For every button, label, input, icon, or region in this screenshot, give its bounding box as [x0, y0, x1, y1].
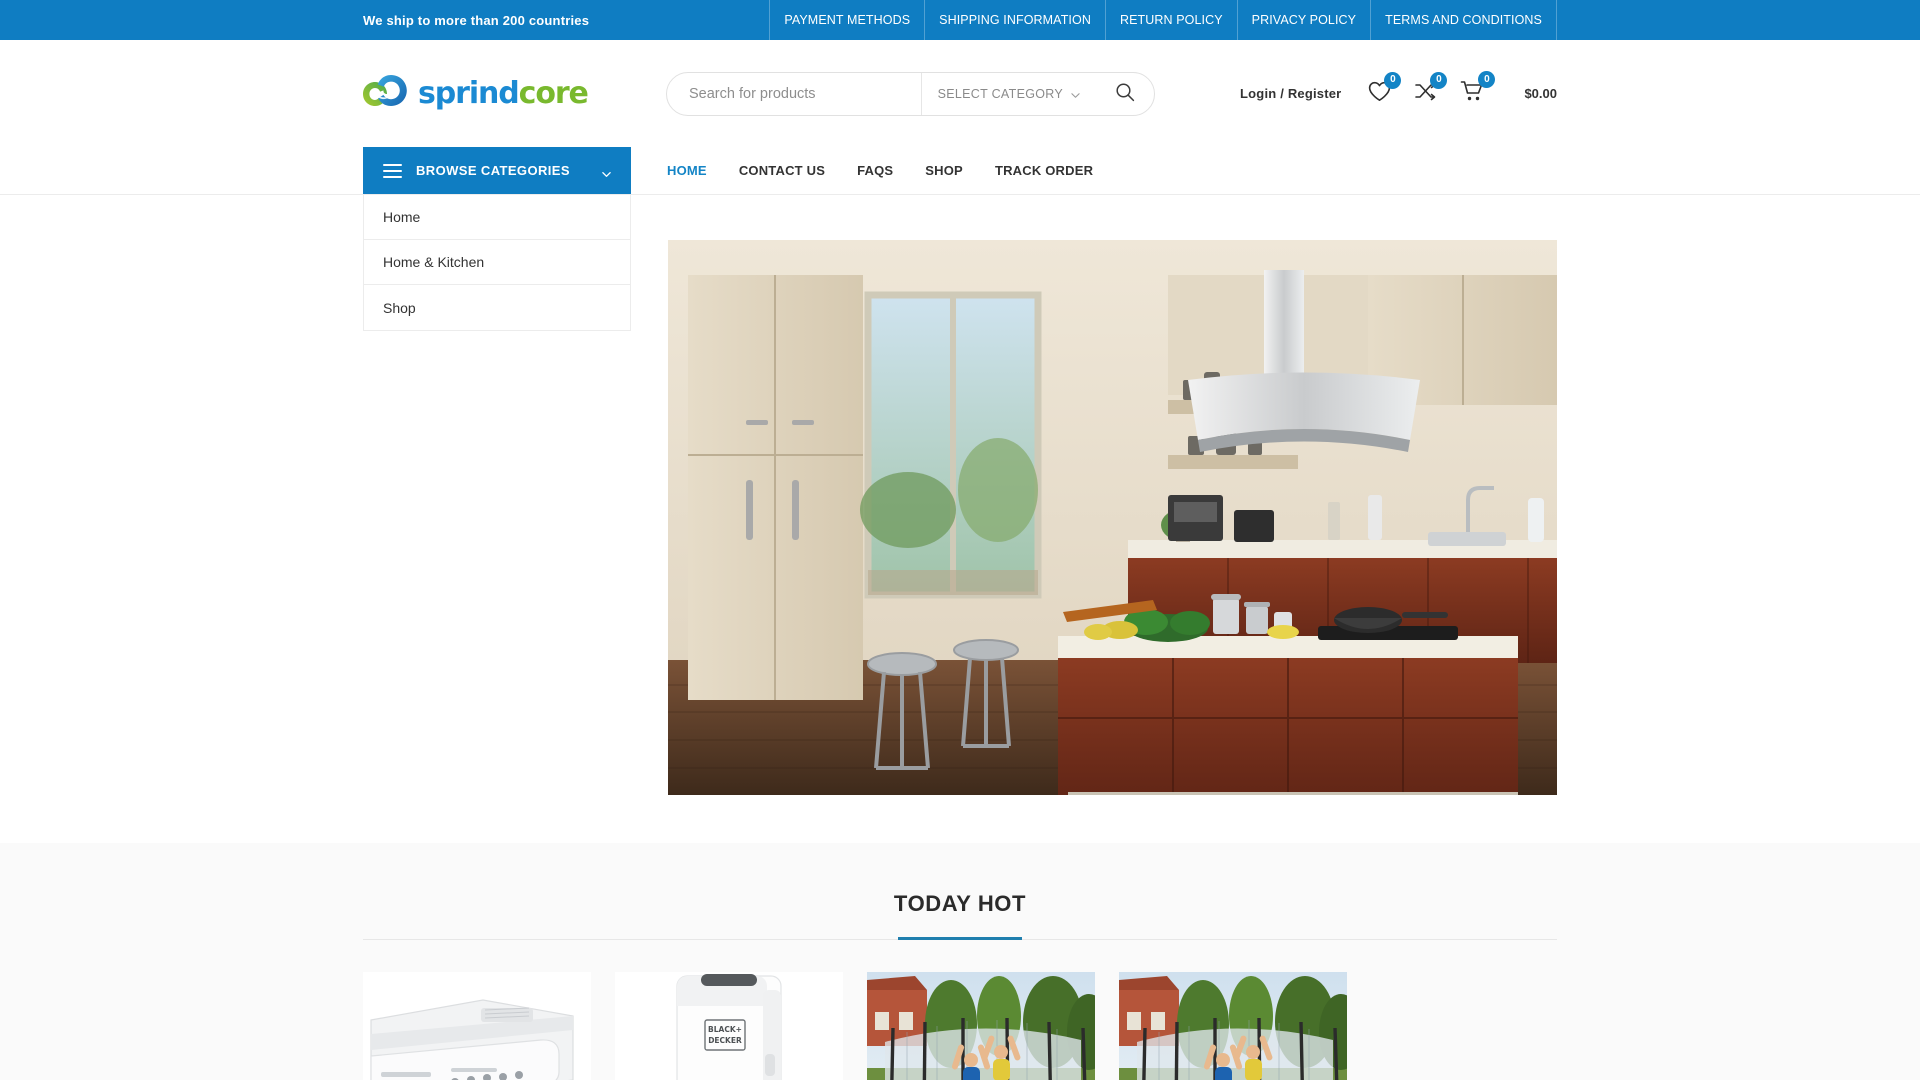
search-input[interactable]	[667, 72, 921, 115]
product-card[interactable]	[1119, 972, 1347, 1080]
topbar-link-payment-methods[interactable]: PAYMENT METHODS	[769, 0, 924, 40]
search-bar: Select category	[666, 71, 1155, 116]
browse-categories-button[interactable]: Browse Categories	[363, 147, 631, 194]
search-category-select[interactable]: Select category	[920, 72, 1096, 115]
wishlist-count-badge: 0	[1384, 71, 1402, 89]
top-bar-left: We ship to more than 200 countries	[0, 0, 769, 40]
hamburger-icon	[383, 163, 402, 178]
categories-dropdown-panel: Home Home & Kitchen Shop	[363, 195, 631, 331]
cart-button[interactable]: 0	[1460, 71, 1496, 107]
today-hot-section: Today Hot	[0, 843, 1920, 1080]
header-actions: Login / Register 0 0 0 $0.00	[1240, 71, 1557, 107]
today-hot-product-list: BLACK+ DECKER	[363, 940, 1557, 1080]
wishlist-button[interactable]: 0	[1368, 71, 1402, 107]
svg-text:DECKER: DECKER	[708, 1036, 742, 1045]
logo-word-secondary: core	[518, 76, 589, 111]
nav-item-faqs[interactable]: FAQs	[841, 163, 909, 178]
site-logo[interactable]: sprindcore	[363, 66, 613, 122]
section-title: Today Hot	[893, 891, 1027, 916]
topbar-link-shipping-information[interactable]: SHIPPING INFORMATION	[924, 0, 1105, 40]
topbar-link-privacy-policy[interactable]: PRIVACY POLICY	[1236, 0, 1370, 40]
product-card[interactable]	[867, 972, 1095, 1080]
main-nav-bar: Browse Categories Home Contact Us FAQs S…	[0, 147, 1920, 331]
svg-text:BLACK+: BLACK+	[708, 1025, 742, 1034]
shipping-note: We ship to more than 200 countries	[363, 12, 590, 28]
top-bar-links: PAYMENT METHODS SHIPPING INFORMATION RET…	[769, 0, 1920, 40]
hero-banner-image[interactable]	[668, 240, 1557, 795]
hero-slider-wrap	[0, 195, 1920, 795]
page-content: Today Hot	[0, 195, 1920, 1080]
chevron-down-icon	[1071, 89, 1080, 98]
nav-item-home[interactable]: Home	[651, 163, 723, 178]
category-item-home-kitchen[interactable]: Home & Kitchen	[364, 240, 630, 285]
chevron-down-icon	[602, 166, 611, 177]
category-item-shop[interactable]: Shop	[364, 285, 630, 330]
search-submit-button[interactable]	[1096, 73, 1154, 115]
swirl-infinity-icon	[363, 73, 415, 115]
compare-count-badge: 0	[1430, 71, 1448, 89]
nav-item-shop[interactable]: Shop	[909, 163, 979, 178]
compare-button[interactable]: 0	[1414, 71, 1448, 107]
category-item-home[interactable]: Home	[364, 195, 630, 240]
browse-categories-label: Browse Categories	[416, 163, 570, 178]
search-icon	[1115, 82, 1135, 105]
primary-navigation: Home Contact Us FAQs Shop Track Order	[631, 147, 1109, 194]
today-hot-header: Today Hot	[363, 891, 1557, 940]
top-bar: We ship to more than 200 countries PAYME…	[0, 0, 1920, 40]
product-card[interactable]	[363, 972, 591, 1080]
topbar-link-return-policy[interactable]: RETURN POLICY	[1104, 0, 1237, 40]
product-card[interactable]: BLACK+ DECKER	[615, 972, 843, 1080]
nav-item-track-order[interactable]: Track Order	[979, 163, 1109, 178]
logo-wordmark: sprindcore	[418, 76, 589, 111]
login-register-link[interactable]: Login / Register	[1240, 86, 1341, 101]
cart-total-amount: $0.00	[1524, 86, 1557, 101]
topbar-link-terms-and-conditions[interactable]: TERMS AND CONDITIONS	[1370, 0, 1557, 40]
nav-item-contact-us[interactable]: Contact Us	[723, 163, 841, 178]
site-header: sprindcore Select category Login / Regis…	[0, 40, 1920, 147]
search-category-label: Select category	[937, 86, 1063, 101]
section-title-underline	[898, 937, 1022, 940]
cart-count-badge: 0	[1478, 71, 1496, 88]
logo-word-primary: sprind	[418, 76, 520, 111]
